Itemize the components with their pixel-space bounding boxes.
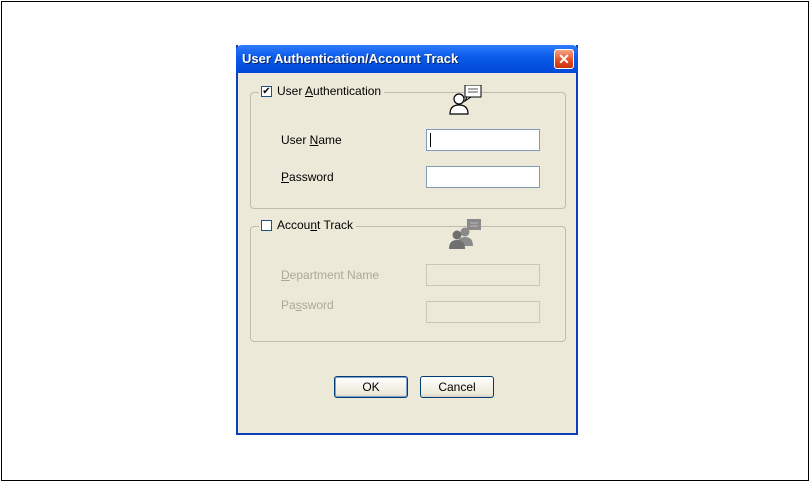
dialog-title: User Authentication/Account Track [242, 51, 459, 66]
department-name-label: Department Name [281, 268, 380, 282]
cancel-button[interactable]: Cancel [420, 376, 494, 398]
user-authentication-checkbox-row[interactable]: User Authentication [259, 84, 385, 98]
user-name-label: User Name [281, 133, 342, 147]
text-caret [430, 133, 431, 147]
close-button[interactable]: ✕ [554, 49, 574, 69]
user-name-input[interactable] [426, 129, 540, 151]
user-authentication-checkbox[interactable] [261, 85, 272, 97]
user-authentication-group: User Authentication User Name Password [250, 84, 566, 209]
account-track-label: Account Track [277, 218, 354, 232]
ok-button[interactable]: OK [334, 376, 408, 398]
department-name-input[interactable] [426, 264, 540, 286]
title-bar[interactable]: User Authentication/Account Track ✕ [236, 45, 578, 73]
account-track-checkbox[interactable] [261, 219, 272, 231]
password-input[interactable] [426, 166, 540, 188]
user-icon [449, 85, 482, 115]
account-password-input[interactable] [426, 301, 540, 323]
password-label: Password [281, 170, 334, 184]
user-authentication-label: User Authentication [277, 84, 382, 98]
account-track-checkbox-row[interactable]: Account Track [259, 218, 357, 232]
account-password-label: Password [281, 298, 334, 312]
account-track-group: Account Track Department Name Password [250, 218, 566, 342]
user-authentication-dialog: User Authentication/Account Track ✕ User… [236, 45, 578, 435]
group-users-icon [449, 219, 481, 249]
close-icon: ✕ [558, 51, 570, 67]
